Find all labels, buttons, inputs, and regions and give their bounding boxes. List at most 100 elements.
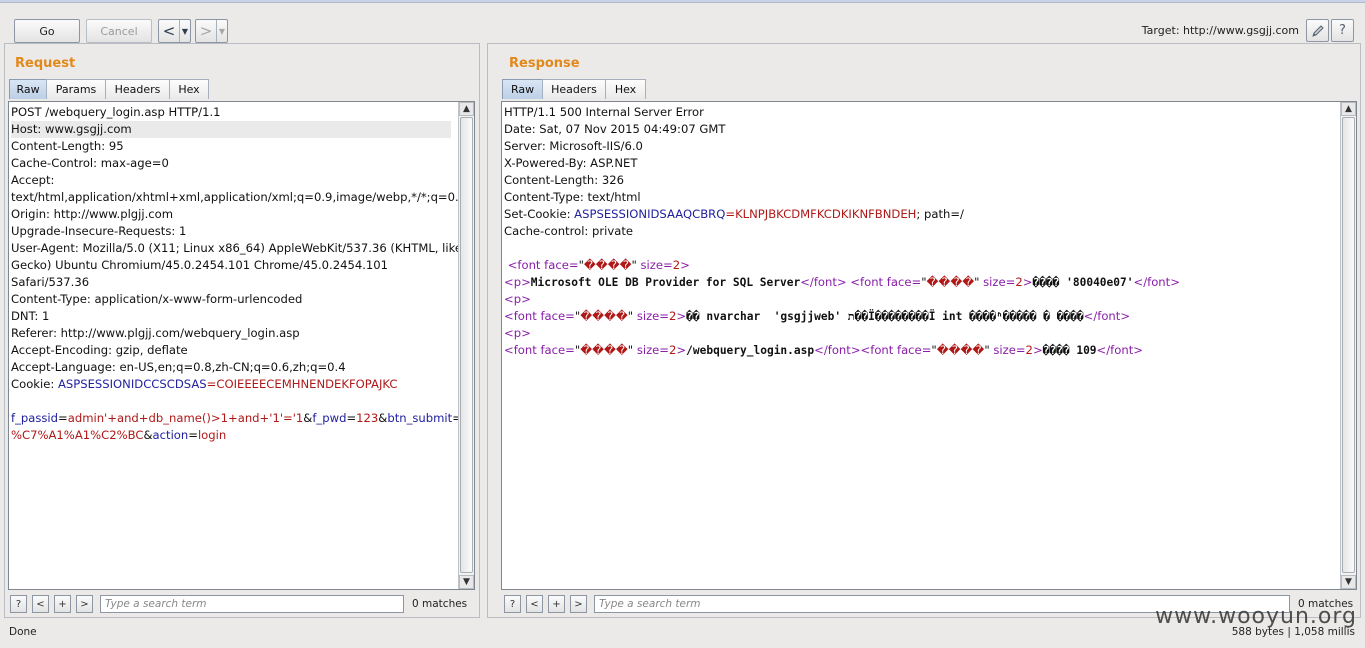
search-next-button[interactable]: > (76, 595, 93, 613)
request-search-input[interactable]: Type a search term (100, 595, 404, 613)
request-tabs: Raw Params Headers Hex (9, 79, 209, 99)
edit-target-button[interactable] (1306, 19, 1329, 42)
help-button[interactable]: ? (1331, 19, 1354, 42)
html-line: <font face="����" size=2>�� nvarchar 'gs… (504, 308, 1180, 325)
back-dropdown-icon[interactable]: ▼ (179, 20, 190, 42)
text-segment: admin'+and+db_name()>1+and+'1'='1 (67, 411, 304, 425)
cookie-label: Cookie: (11, 377, 58, 391)
pencil-icon (1311, 24, 1324, 37)
tab-hex[interactable]: Hex (169, 79, 209, 99)
tab-headers[interactable]: Headers (542, 79, 606, 99)
scroll-down-icon[interactable]: ▼ (459, 575, 474, 589)
response-scrollbar[interactable]: ▲ ▼ (1340, 102, 1356, 589)
text-segment: ���� (580, 343, 628, 357)
text-segment: size= (636, 343, 670, 357)
html-line: <p> (504, 325, 1180, 342)
forward-button[interactable]: > ▼ (195, 19, 228, 43)
response-text[interactable]: HTTP/1.1 500 Internal Server Error Date: … (504, 104, 1180, 359)
text-segment: " (984, 343, 994, 357)
response-line: HTTP/1.1 500 Internal Server Error (504, 105, 704, 119)
search-help-button[interactable]: ? (504, 595, 521, 613)
search-next-button[interactable]: > (570, 595, 587, 613)
request-line: Accept: (11, 173, 55, 187)
text-segment: %C7%A1%A1%C2%BC (11, 428, 144, 442)
response-tabs: Raw Headers Hex (502, 79, 646, 99)
text-segment: <font face= (507, 258, 579, 272)
text-segment: f_passid (11, 411, 59, 425)
response-title: Response (509, 56, 580, 71)
back-button[interactable]: < ▼ (158, 19, 191, 43)
text-segment: /webquery_login.asp (686, 344, 815, 357)
scroll-thumb[interactable] (1342, 117, 1355, 573)
response-line: X-Powered-By: ASP.NET (504, 156, 638, 170)
text-segment: ���� (936, 343, 985, 357)
forward-dropdown-icon[interactable]: ▼ (216, 20, 227, 42)
cookie-value: COIEEEECEMHNENDEKFOPAJKC (216, 377, 398, 391)
text-segment: size= (640, 258, 673, 272)
text-segment: size= (993, 343, 1026, 357)
forward-arrow-icon: > (199, 22, 213, 40)
text-segment: & (378, 411, 388, 425)
cancel-button[interactable]: Cancel (86, 19, 152, 43)
tab-raw[interactable]: Raw (502, 79, 543, 99)
request-editor[interactable]: POST /webquery_login.asp HTTP/1.1 Host: w… (8, 101, 475, 590)
text-segment: action (152, 428, 189, 442)
scroll-up-icon[interactable]: ▲ (459, 102, 474, 116)
text-segment: 123 (356, 411, 379, 425)
text-segment: " (627, 343, 637, 357)
text-segment: </font> (1096, 343, 1143, 357)
request-line: Content-Length: 95 (11, 139, 124, 153)
text-segment: </font><font face= (814, 343, 932, 357)
go-button[interactable]: Go (14, 19, 80, 43)
tab-headers[interactable]: Headers (105, 79, 170, 99)
text-segment: 2 (1015, 275, 1023, 289)
search-prev-button[interactable]: < (32, 595, 49, 613)
text-segment: > (1032, 343, 1043, 357)
search-prev-button[interactable]: < (526, 595, 543, 613)
response-panel: Response Raw Headers Hex HTTP/1.1 500 In… (487, 43, 1361, 618)
text-segment: <p> (504, 275, 531, 289)
text-segment: ���� (926, 275, 975, 289)
search-add-button[interactable]: + (54, 595, 71, 613)
request-line: text/html,application/xhtml+xml,applicat… (11, 190, 467, 204)
search-help-button[interactable]: ? (10, 595, 27, 613)
scroll-thumb[interactable] (460, 117, 473, 573)
html-line: <p> (504, 291, 1180, 308)
html-line: <p>Microsoft OLE DB Provider for SQL Ser… (504, 274, 1180, 291)
window-top-border (0, 0, 1365, 3)
response-line: Cache-control: private (504, 224, 634, 238)
search-add-button[interactable]: + (548, 595, 565, 613)
text-segment: btn_submit (387, 411, 453, 425)
request-title: Request (15, 56, 76, 71)
response-editor[interactable]: HTTP/1.1 500 Internal Server Error Date: … (501, 101, 1357, 590)
text-segment: " (627, 309, 637, 323)
text-segment: > (676, 343, 687, 357)
response-line: Content-Length: 326 (504, 173, 625, 187)
back-arrow-icon: < (162, 22, 176, 40)
text-segment: ���� 109 (1042, 344, 1097, 357)
cookie-eq: = (206, 377, 217, 391)
request-line: Content-Type: application/x-www-form-url… (11, 292, 303, 306)
text-segment: <font face= (504, 343, 575, 357)
scroll-down-icon[interactable]: ▼ (1341, 575, 1356, 589)
response-line: Content-Type: text/html (504, 190, 641, 204)
html-line: <font face="����" size=2> (504, 257, 1180, 274)
tab-params[interactable]: Params (46, 79, 106, 99)
request-line: Gecko) Ubuntu Chromium/45.0.2454.101 Chr… (11, 258, 389, 272)
response-line: Date: Sat, 07 Nov 2015 04:49:07 GMT (504, 122, 726, 136)
text-segment: ���� '80040e07' (1032, 276, 1134, 289)
text-segment: " (631, 258, 641, 272)
status-text: Done (9, 626, 37, 638)
tab-raw[interactable]: Raw (9, 79, 47, 99)
text-segment: </font> (1133, 275, 1180, 289)
request-scrollbar[interactable]: ▲ ▼ (458, 102, 474, 589)
target-label: Target: http://www.gsgjj.com (1141, 24, 1299, 37)
text-segment: > (680, 258, 690, 272)
request-text[interactable]: POST /webquery_login.asp HTTP/1.1 Host: w… (11, 104, 474, 444)
tab-hex[interactable]: Hex (605, 79, 646, 99)
scroll-up-icon[interactable]: ▲ (1341, 102, 1356, 116)
text-segment: ���� (580, 309, 628, 323)
text-segment: </font> (1083, 309, 1131, 323)
text-segment: <font face= (850, 275, 922, 289)
